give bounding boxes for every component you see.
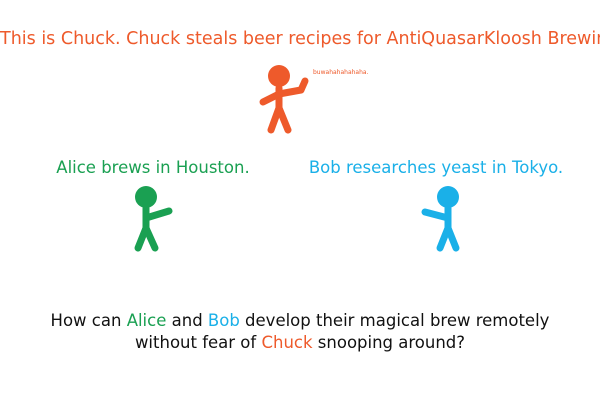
chuck-figure <box>259 65 309 134</box>
chuck-laugh-text: buwahahahahaha. <box>313 69 369 76</box>
question-alice-name: Alice <box>126 311 167 330</box>
question-text: How can Alice and Bob develop their magi… <box>30 310 570 354</box>
question-bob-name: Bob <box>207 311 240 330</box>
question-line-2: without fear of Chuck snooping around? <box>30 332 570 354</box>
bob-caption: Bob researches yeast in Tokyo. <box>308 158 564 177</box>
chuck-caption: This is Chuck. Chuck steals beer recipes… <box>0 29 600 49</box>
alice-caption: Alice brews in Houston. <box>56 158 250 177</box>
question-text-part: How can <box>50 311 127 330</box>
question-text-part: develop their magical brew remotely <box>239 311 550 330</box>
question-text-part: without fear of <box>134 333 262 352</box>
question-line-1: How can Alice and Bob develop their magi… <box>30 310 570 332</box>
question-text-part: and <box>166 311 208 330</box>
question-text-part: snooping around? <box>312 333 466 352</box>
alice-figure <box>134 186 173 252</box>
bob-figure <box>421 186 460 252</box>
question-chuck-name: Chuck <box>261 333 313 352</box>
